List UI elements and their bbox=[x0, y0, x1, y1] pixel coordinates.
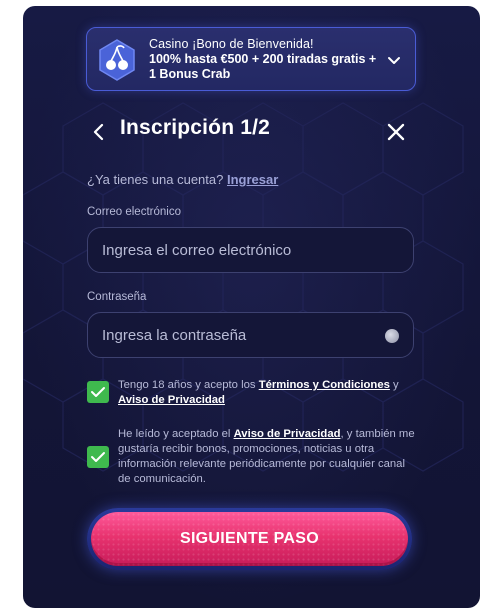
email-label: Correo electrónico bbox=[87, 206, 181, 218]
email-field[interactable] bbox=[87, 227, 414, 273]
login-link[interactable]: Ingresar bbox=[227, 172, 278, 187]
login-prompt: ¿Ya tienes una cuenta? Ingresar bbox=[87, 172, 278, 187]
chevron-left-icon[interactable] bbox=[89, 120, 109, 144]
login-prompt-text: ¿Ya tienes una cuenta? bbox=[87, 172, 224, 187]
marketing-text-before: He leído y aceptado el bbox=[118, 428, 234, 440]
marketing-consent-text: He leído y aceptado el Aviso de Privacid… bbox=[118, 427, 418, 487]
password-field[interactable] bbox=[87, 312, 414, 358]
show-password-icon[interactable] bbox=[385, 329, 399, 343]
checkmark-icon bbox=[91, 387, 105, 397]
close-icon[interactable] bbox=[385, 121, 407, 143]
signup-modal: Casino ¡Bono de Bienvenida! 100% hasta €… bbox=[23, 6, 480, 608]
checkmark-icon bbox=[91, 452, 105, 462]
next-step-button[interactable]: SIGUIENTE PASO bbox=[91, 512, 408, 566]
terms-link[interactable]: Términos y Condiciones bbox=[259, 379, 390, 391]
terms-checkbox[interactable] bbox=[87, 381, 109, 403]
password-label: Contraseña bbox=[87, 291, 147, 303]
cherries-icon bbox=[99, 39, 135, 81]
terms-consent-text: Tengo 18 años y acepto los Términos y Co… bbox=[118, 378, 418, 408]
privacy-link-1[interactable]: Aviso de Privacidad bbox=[118, 394, 225, 406]
terms-text-before: Tengo 18 años y acepto los bbox=[118, 379, 259, 391]
privacy-link-2[interactable]: Aviso de Privacidad bbox=[234, 428, 341, 440]
banner-description: 100% hasta €500 + 200 tiradas gratis + 1… bbox=[149, 52, 377, 81]
marketing-checkbox[interactable] bbox=[87, 446, 109, 468]
terms-text-mid: y bbox=[389, 379, 399, 391]
next-step-button-frame: SIGUIENTE PASO bbox=[87, 508, 412, 570]
banner-title: Casino ¡Bono de Bienvenida! bbox=[149, 37, 314, 51]
chevron-down-icon[interactable] bbox=[387, 53, 401, 67]
welcome-bonus-banner[interactable]: Casino ¡Bono de Bienvenida! 100% hasta €… bbox=[86, 27, 416, 91]
page-title: Inscripción 1/2 bbox=[120, 116, 271, 139]
